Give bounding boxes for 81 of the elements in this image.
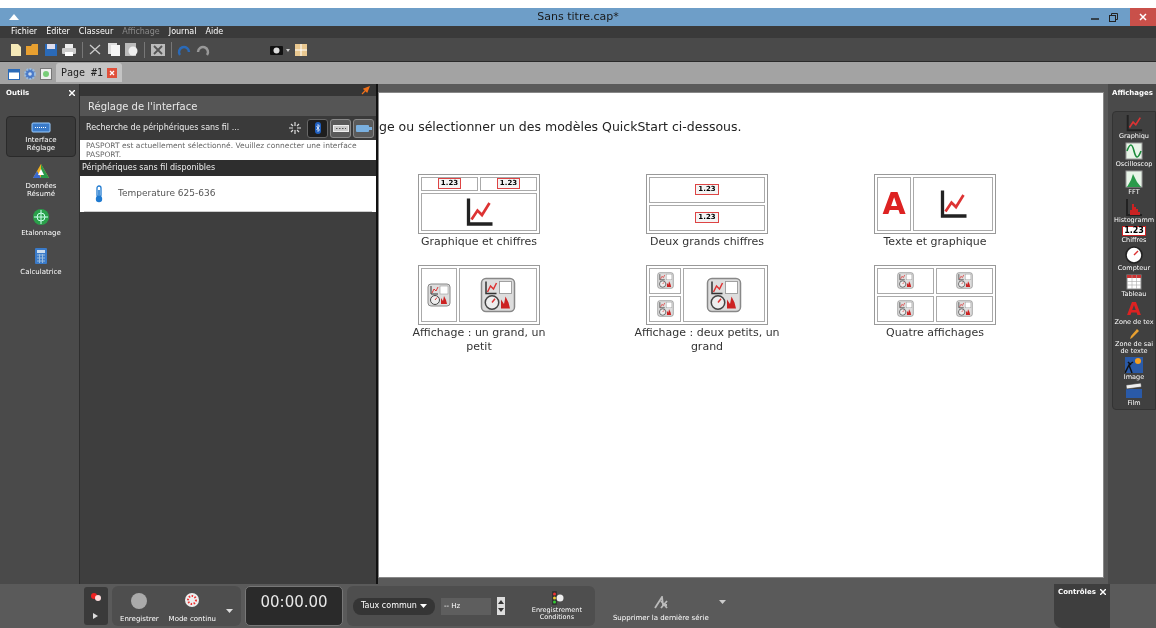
app-icon: [8, 13, 20, 21]
record-icon: [130, 591, 149, 610]
clapperboard-icon[interactable]: [1125, 382, 1143, 399]
traffic-light-icon: [549, 591, 564, 605]
close-icon: [1139, 13, 1147, 21]
display-icon: [656, 300, 674, 318]
wave-icon[interactable]: [1125, 141, 1143, 160]
close-icon[interactable]: [1100, 589, 1106, 596]
triangle-icon: [32, 162, 50, 179]
connector-icon: [332, 124, 349, 132]
display-icon: [897, 272, 914, 290]
close-icon[interactable]: [69, 90, 75, 97]
gauge-icon[interactable]: [1125, 245, 1143, 264]
display-icon: [706, 276, 742, 313]
print-icon[interactable]: [61, 42, 77, 57]
display-icon: [956, 300, 973, 318]
template-option[interactable]: A Texte et graphique: [855, 173, 1015, 249]
window-title: Sans titre.cap*: [536, 8, 620, 25]
menu-item[interactable]: Aide: [205, 28, 224, 36]
record-mode-button[interactable]: [84, 587, 108, 625]
search-status: Recherche de périphériques sans fil ...: [86, 122, 240, 134]
panel-title: Réglage de l'interface: [88, 99, 198, 114]
instruction-text: ge ou sélectionner un des modèles QuickStart ci-dessous.: [379, 118, 743, 136]
page-icon[interactable]: [40, 68, 52, 80]
pin-icon[interactable]: [361, 85, 370, 95]
layout-icon[interactable]: [294, 42, 308, 57]
spinner-icon: [289, 122, 301, 134]
mode-dial-icon: [184, 591, 201, 608]
display-icon: [427, 282, 451, 307]
page-tab[interactable]: Page #1: [56, 63, 123, 82]
save-icon[interactable]: [44, 42, 58, 57]
spectrum-icon[interactable]: [1125, 169, 1143, 188]
connection-button[interactable]: [353, 118, 374, 138]
delete-icon[interactable]: [150, 42, 166, 57]
caret-icon: [419, 603, 427, 609]
spinner-arrows-icon[interactable]: [496, 597, 505, 615]
graph-icon: [1125, 113, 1143, 132]
pencil-icon[interactable]: [1128, 327, 1140, 340]
delete-run-icon: [652, 596, 669, 611]
graph-icon: [938, 188, 968, 219]
graph-icon: [464, 196, 494, 227]
display-icon: [480, 276, 516, 313]
play-icon: [92, 612, 100, 620]
display-icon: [956, 272, 973, 290]
connection-button[interactable]: [330, 118, 351, 138]
display-icon: [897, 300, 914, 318]
template-option[interactable]: Affichage : deux petits, un grand: [627, 264, 787, 354]
close-button[interactable]: [1130, 8, 1156, 26]
target-icon: [32, 207, 50, 226]
gear-icon[interactable]: [24, 68, 36, 80]
timer-display: 00:00.00: [245, 586, 344, 626]
image-icon[interactable]: [1125, 356, 1143, 373]
thermometer-icon: [94, 184, 104, 203]
text-display: A: [882, 188, 906, 219]
new-file-icon[interactable]: [10, 42, 22, 57]
plug-icon: [355, 123, 372, 133]
section-header: Périphériques sans fil disponibles: [82, 162, 216, 174]
bluetooth-icon: [314, 122, 321, 134]
interface-icon: [31, 120, 51, 133]
template-option[interactable]: Affichage : un grand, un petit: [399, 264, 559, 354]
display-icon: [656, 272, 674, 290]
template-option[interactable]: Quatre affichages: [855, 264, 1015, 354]
digits-icon[interactable]: 1.23: [1122, 225, 1146, 236]
rate-dropdown[interactable]: Taux commun: [353, 597, 435, 615]
menu-item[interactable]: Éditer: [46, 28, 70, 36]
calculator-icon: [34, 246, 48, 265]
menu-item[interactable]: Fichier: [11, 28, 38, 36]
record-dots-icon: [90, 592, 102, 602]
restore-icon[interactable]: [1109, 12, 1118, 22]
connection-button[interactable]: [307, 118, 328, 138]
folder-icon[interactable]: [25, 43, 41, 56]
table-icon[interactable]: [1126, 273, 1142, 290]
camera-icon[interactable]: [269, 43, 291, 56]
dropdown-caret-icon[interactable]: [226, 609, 234, 614]
menu-item[interactable]: Classeur: [78, 28, 114, 36]
window-icon[interactable]: [8, 69, 20, 80]
menu-item[interactable]: Journal: [168, 28, 197, 36]
copy-icon[interactable]: [107, 42, 121, 57]
dropdown-caret-icon[interactable]: [718, 599, 726, 605]
histogram-icon[interactable]: [1125, 197, 1143, 216]
paste-icon[interactable]: [124, 42, 139, 57]
